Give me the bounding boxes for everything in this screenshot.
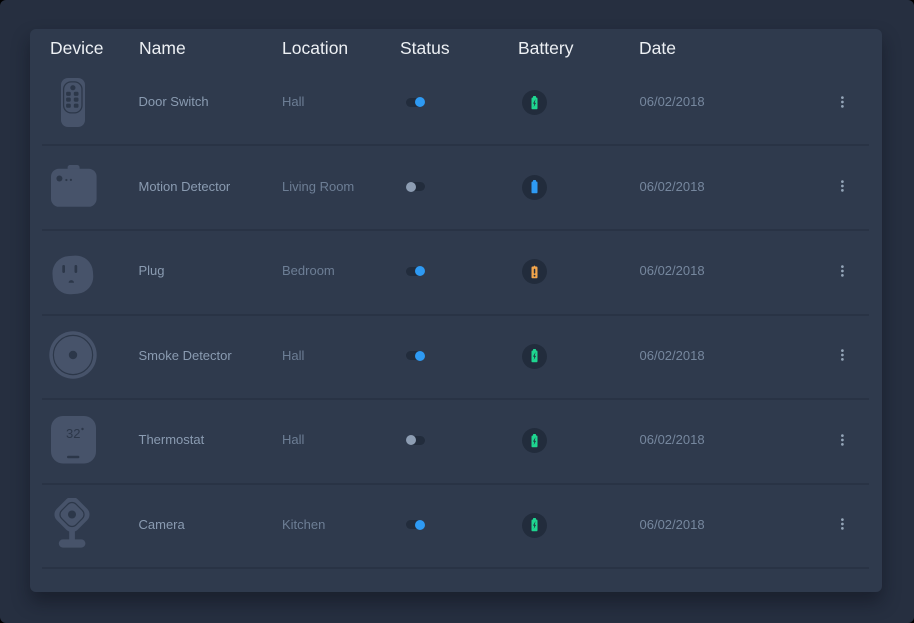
svg-text:32: 32 (66, 426, 80, 441)
